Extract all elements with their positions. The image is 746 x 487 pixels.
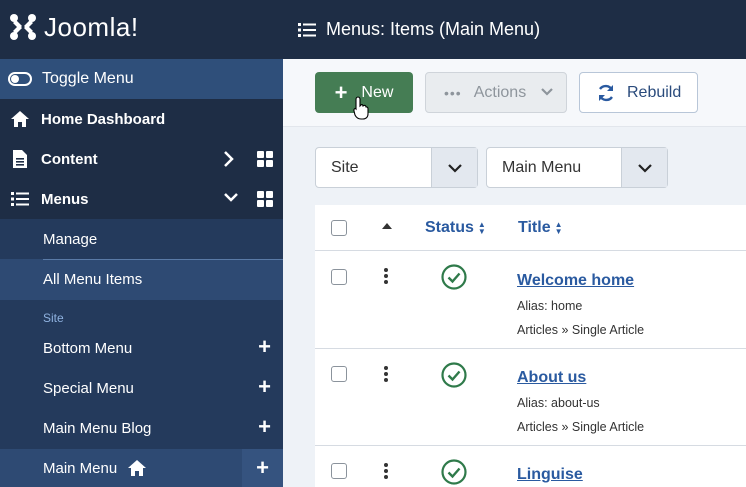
published-check-icon[interactable] <box>441 264 467 290</box>
drag-handle-icon[interactable] <box>384 463 388 479</box>
status-column-header[interactable]: Status ▲ ▼ <box>425 219 486 237</box>
add-icon[interactable]: + <box>258 376 271 398</box>
item-type: Articles » Single Article <box>517 323 645 337</box>
sidebar-item-label: All Menu Items <box>43 271 143 288</box>
sidebar-item-label: Content <box>41 150 98 168</box>
published-check-icon[interactable] <box>441 362 467 388</box>
logo-text: Joomla! <box>44 11 139 42</box>
joomla-logo-icon <box>10 14 36 40</box>
title-header-label: Title <box>518 219 551 236</box>
menu-select[interactable]: Main Menu <box>486 147 668 188</box>
sidebar-item-label: Special Menu <box>43 379 134 397</box>
page-header: Menus: Items (Main Menu) <box>283 0 746 59</box>
item-title-link[interactable]: About us <box>517 369 586 387</box>
table-row: Welcome home Alias: home Articles » Sing… <box>315 251 746 349</box>
chevron-down-icon <box>541 88 553 96</box>
sidebar-item-all-menu-items[interactable]: All Menu Items <box>0 259 283 300</box>
joomla-logo[interactable]: Joomla! <box>0 0 283 54</box>
rebuild-label: Rebuild <box>627 83 682 101</box>
item-title-link[interactable]: Welcome home <box>517 272 634 290</box>
toggle-menu-label: Toggle Menu <box>42 70 134 87</box>
published-check-icon[interactable] <box>441 459 467 485</box>
dashboard-grid-icon[interactable] <box>257 151 273 167</box>
title-column-header[interactable]: Title ▲ ▼ <box>518 219 563 237</box>
toggle-icon <box>8 72 32 86</box>
plus-icon: + <box>334 79 348 105</box>
refresh-icon <box>598 84 614 101</box>
list-icon <box>8 191 32 207</box>
rebuild-button[interactable]: Rebuild <box>579 72 698 113</box>
sidebar-item-label: Menus <box>41 190 89 208</box>
site-section-label: Site <box>43 311 64 325</box>
item-alias: Alias: home <box>517 299 583 313</box>
sort-icon: ▲ ▼ <box>554 220 563 236</box>
row-checkbox[interactable] <box>331 366 347 382</box>
chevron-down-icon <box>621 148 667 187</box>
dashboard-grid-icon[interactable] <box>257 191 273 207</box>
sidebar-item-label: Main Menu Blog <box>43 419 152 437</box>
table-header: Status ▲ ▼ Title ▲ ▼ <box>315 205 746 251</box>
sidebar-item-label: Manage <box>43 230 98 248</box>
item-alias: Alias: about-us <box>517 396 600 410</box>
chevron-down-icon[interactable] <box>223 192 239 204</box>
chevron-down-icon <box>431 148 477 187</box>
home-icon <box>8 110 32 128</box>
sidebar-item-label: Home Dashboard <box>41 110 166 128</box>
add-icon[interactable]: + <box>242 449 283 487</box>
actions-label: Actions <box>473 83 527 101</box>
divider <box>43 259 283 260</box>
sidebar-item-label: Bottom Menu <box>43 339 133 357</box>
client-select[interactable]: Site <box>315 147 478 188</box>
chevron-right-icon[interactable] <box>223 150 235 168</box>
table-row: About us Alias: about-us Articles » Sing… <box>315 349 746 446</box>
sidebar: Joomla! Toggle Menu Home Dashboard Conte… <box>0 0 283 487</box>
select-all-checkbox[interactable] <box>331 220 347 236</box>
file-icon <box>8 150 32 168</box>
client-select-value: Site <box>331 158 359 176</box>
toggle-menu-button[interactable]: Toggle Menu <box>0 59 283 99</box>
row-checkbox[interactable] <box>331 463 347 479</box>
hand-cursor-icon <box>353 96 369 120</box>
sidebar-item-special-menu[interactable]: Special Menu + <box>0 368 283 408</box>
sidebar-item-menus[interactable]: Menus <box>0 179 283 219</box>
drag-handle-icon[interactable] <box>384 366 388 382</box>
sidebar-item-home-dashboard[interactable]: Home Dashboard <box>0 99 283 139</box>
page-title: Menus: Items (Main Menu) <box>326 19 541 39</box>
menu-items-table: Status ▲ ▼ Title ▲ ▼ Welcome home Alias: h… <box>315 205 746 487</box>
sidebar-item-main-menu[interactable]: Main Menu + <box>0 449 283 487</box>
list-icon <box>298 22 316 37</box>
sidebar-item-label: Main Menu <box>43 459 118 477</box>
sort-ordering-icon[interactable] <box>382 223 392 229</box>
actions-dropdown[interactable]: ••• Actions <box>425 72 567 113</box>
add-icon[interactable]: + <box>258 336 271 358</box>
status-header-label: Status <box>425 219 474 236</box>
sidebar-item-content[interactable]: Content <box>0 139 283 179</box>
sort-icon: ▲ ▼ <box>477 220 486 236</box>
drag-handle-icon[interactable] <box>384 268 388 284</box>
home-icon <box>128 460 147 476</box>
sidebar-item-manage[interactable]: Manage <box>0 219 283 259</box>
ellipsis-icon: ••• <box>444 84 462 101</box>
sidebar-item-bottom-menu[interactable]: Bottom Menu + <box>0 328 283 368</box>
sidebar-item-main-menu-blog[interactable]: Main Menu Blog + <box>0 408 283 448</box>
row-checkbox[interactable] <box>331 269 347 285</box>
table-row: Linguise <box>315 446 746 487</box>
item-title-link[interactable]: Linguise <box>517 466 583 484</box>
item-type: Articles » Single Article <box>517 420 645 434</box>
menu-select-value: Main Menu <box>502 158 582 176</box>
add-icon[interactable]: + <box>258 416 271 438</box>
